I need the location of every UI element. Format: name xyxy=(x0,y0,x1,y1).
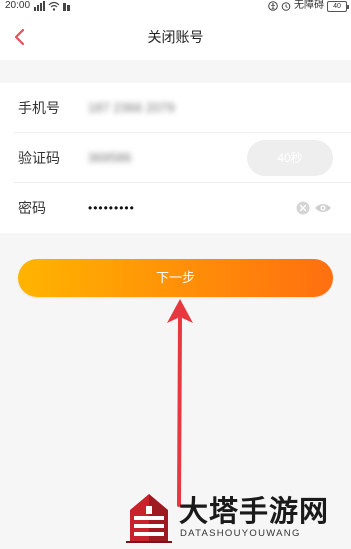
resend-code-button[interactable]: 40秒 xyxy=(247,140,333,176)
tower-logo-icon xyxy=(126,494,172,543)
watermark-subtitle: DATASHOUYOUWANG xyxy=(180,528,301,539)
watermark-title: 大塔手游网 xyxy=(179,494,330,528)
signal-wifi-icons xyxy=(34,1,70,11)
watermark: 大塔手游网 DATASHOUYOUWANG xyxy=(124,492,346,547)
status-bar: 20:00 无障碍 40 xyxy=(0,0,351,14)
password-row: 密码 ••••••••• xyxy=(0,183,351,233)
annotation-arrow-icon xyxy=(167,299,193,507)
eye-icon[interactable] xyxy=(314,202,332,214)
clear-icon[interactable] xyxy=(296,201,310,215)
status-right: 无障碍 40 xyxy=(268,0,349,12)
accessibility-label: 无障碍 xyxy=(294,0,324,11)
accessibility-icon xyxy=(268,1,278,11)
nav-bar: 关闭账号 xyxy=(0,14,351,60)
page-title: 关闭账号 xyxy=(147,29,204,45)
code-row: 验证码 369586 40秒 xyxy=(0,133,351,183)
alarm-icon xyxy=(281,2,291,11)
password-label: 密码 xyxy=(18,200,46,216)
battery-indicator: 40 xyxy=(327,0,349,12)
back-chevron-icon[interactable] xyxy=(8,24,34,50)
code-input[interactable]: 369586 xyxy=(88,133,131,183)
phone-row: 手机号 187 2366 2079 xyxy=(0,83,351,133)
verification-form: 手机号 187 2366 2079 验证码 369586 40秒 密码 ••••… xyxy=(0,83,351,233)
password-input[interactable]: ••••••••• xyxy=(88,183,135,233)
next-button[interactable]: 下一步 xyxy=(18,259,333,297)
phone-value: 187 2366 2079 xyxy=(88,100,175,115)
status-time: 20:00 xyxy=(5,0,31,11)
phone-label: 手机号 xyxy=(18,100,60,116)
code-label: 验证码 xyxy=(18,150,60,166)
